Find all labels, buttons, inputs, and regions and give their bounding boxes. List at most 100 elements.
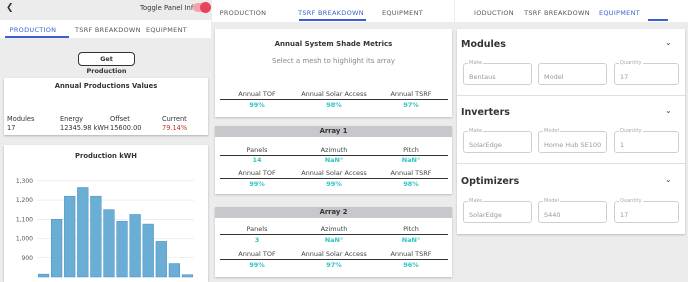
bar[interactable] [90,195,102,278]
array-value-tsrf: 98% [403,180,419,188]
shade-header-tof: Annual TOF [238,90,276,98]
y-tick-label: 1,300 [16,178,33,185]
array-card[interactable]: Array 2 Panels Azimuth Pitch 3 NaN° NaN°… [215,207,452,277]
shade-value-tsrf: 97% [403,101,419,109]
equipment-card: Modules ⌄ Make Bentaus Model Quantity 17 I… [457,29,685,234]
tab-production[interactable]: IODUCTION [474,9,514,17]
bar[interactable] [168,263,180,278]
chevron-down-icon[interactable]: ⌄ [665,38,672,47]
bar[interactable] [37,273,50,278]
tab-equipment[interactable]: EQUIPMENT [144,26,189,34]
y-tick-label: 1,100 [16,216,33,223]
array-header-tof: Annual TOF [238,250,276,258]
bar[interactable] [77,187,89,278]
array-header-tsrf: Annual TSRF [390,169,432,177]
get-production-button[interactable]: Get Production [78,52,135,75]
tab-production[interactable]: PRODUCTION [5,26,61,34]
array-value-solar-access: 97% [326,261,342,269]
bar[interactable] [51,219,63,278]
shade-divider [220,99,448,100]
array-title: Array 1 [319,127,348,135]
bar[interactable] [155,241,167,278]
optimizers-quantity-field[interactable]: Quantity 17 [614,198,679,223]
optimizers-model-field[interactable]: Model S440 [538,198,607,223]
annual-value-modules: 17 [7,124,16,132]
bar[interactable] [116,220,128,278]
array-header-azimuth: Azimuth [320,146,348,154]
field-value: SolarEdge [469,211,502,219]
bar[interactable] [181,274,194,278]
optimizers-make-field[interactable]: Make SolarEdge [463,198,532,223]
collapse-left-icon[interactable]: ❮ [6,3,14,13]
array-header: Array 2 [215,207,452,218]
tab-tsrf-breakdown[interactable]: TSRF BREAKDOWN [75,26,141,34]
toggle-panel-info-label: Toggle Panel Info [140,4,198,12]
shade-metrics-hint: Select a mesh to highlight its array [272,57,395,65]
field-label: Quantity [619,198,643,204]
array-header-tof: Annual TOF [238,169,276,177]
section-title-inverters: Inverters [461,107,510,118]
section-divider [457,163,685,164]
annual-production-title: Annual Productions Values [54,82,158,90]
bar[interactable] [142,223,154,278]
field-label: Make [468,198,484,204]
middle-tabs: PRODUCTION TSRF BREAKDOWN EQUIPMENT [212,0,454,22]
right-tabs: IODUCTION TSRF BREAKDOWN EQUIPMENT [455,0,688,22]
annual-production-card: Annual Productions Values Modules Energy… [4,78,208,135]
array-title: Array 2 [319,208,348,216]
bar[interactable] [64,195,76,278]
array-value-azimuth: NaN° [324,236,344,244]
inverters-quantity-field[interactable]: Quantity 1 [614,128,679,153]
tab-tsrf-breakdown[interactable]: TSRF BREAKDOWN [298,9,364,17]
section-title-optimizers: Optimizers [461,176,520,187]
left-panel: ❮ Toggle Panel Info PRODUCTION TSRF BREA… [0,0,211,282]
array-header-pitch: Pitch [403,225,419,233]
right-panel: IODUCTION TSRF BREAKDOWN EQUIPMENT Modul… [455,0,688,282]
field-value: Home Hub SE100 [544,141,602,149]
y-tick-label: 1,000 [16,236,33,243]
tab-equipment[interactable]: EQUIPMENT [380,9,425,17]
annual-header-modules: Modules [7,115,35,123]
shade-value-tof: 99% [249,101,265,109]
array-divider [220,178,448,179]
array-header-panels: Panels [246,146,268,154]
field-value: Model [544,73,564,81]
shade-header-tsrf: Annual TSRF [390,90,432,98]
array-header-panels: Panels [246,225,268,233]
inverters-model-field[interactable]: Model Home Hub SE100 [538,128,607,153]
array-header-tsrf: Annual TSRF [390,250,432,258]
shade-metrics-title: Annual System Shade Metrics [274,40,393,48]
array-header-solar-access: Annual Solar Access [301,250,367,258]
shade-value-solar-access: 98% [326,101,342,109]
tab-production[interactable]: PRODUCTION [215,9,271,17]
bar[interactable] [103,209,115,278]
toggle-panel-info-switch[interactable] [193,2,211,13]
array-header-solar-access: Annual Solar Access [301,169,367,177]
array-divider [220,234,448,235]
field-value: 17 [620,73,629,81]
tab-underline [299,19,366,21]
array-value-tof: 99% [249,261,265,269]
array-card[interactable]: Array 1 Panels Azimuth Pitch 14 NaN° NaN… [215,126,452,194]
y-tick-label: 1,200 [16,197,33,204]
inverters-make-field[interactable]: Make SolarEdge [463,128,532,153]
array-value-panels: 3 [254,236,260,244]
tab-tsrf-breakdown[interactable]: TSRF BREAKDOWN [524,9,590,17]
tab-underline [5,36,69,38]
tab-underline [648,19,668,21]
modules-quantity-field[interactable]: Quantity 17 [614,60,679,85]
array-value-pitch: NaN° [401,236,421,244]
chevron-down-icon[interactable]: ⌄ [665,106,672,115]
chevron-down-icon[interactable]: ⌄ [665,175,672,184]
array-header-azimuth: Azimuth [320,225,348,233]
annual-header-current: Current [162,115,187,123]
annual-header-energy: Energy [60,115,84,123]
modules-model-field[interactable]: Model [538,63,607,85]
field-label: Make [468,60,484,66]
field-label: Model [543,128,561,134]
modules-make-field[interactable]: Make Bentaus [463,60,532,85]
bar[interactable] [129,214,141,278]
array-divider [220,259,448,260]
field-label: Quantity [619,128,643,134]
tab-equipment[interactable]: EQUIPMENT [597,9,642,17]
